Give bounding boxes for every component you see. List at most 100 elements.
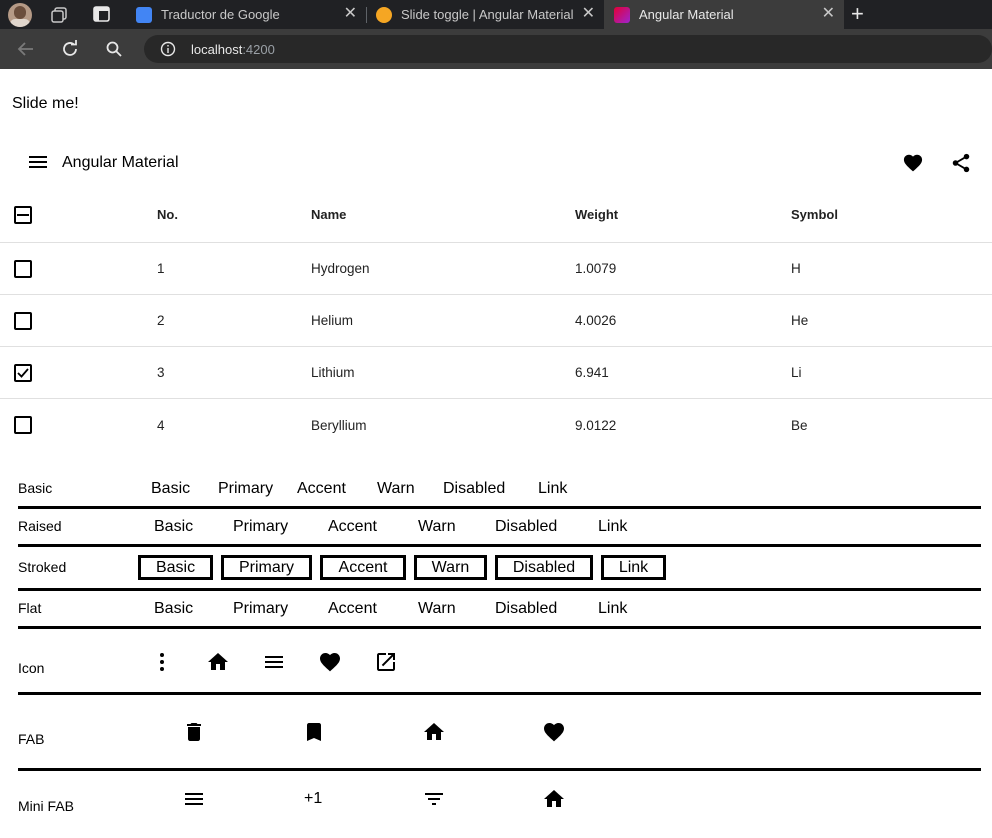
tab-google-translate[interactable]: Traductor de Google ✕ bbox=[126, 0, 366, 29]
column-header-weight[interactable]: Weight bbox=[575, 207, 618, 222]
stroked-warn-button[interactable]: Warn bbox=[414, 555, 487, 580]
row-divider bbox=[0, 242, 992, 243]
stroked-accent-button[interactable]: Accent bbox=[320, 555, 406, 580]
section-label-fab: FAB bbox=[18, 731, 45, 747]
column-header-name[interactable]: Name bbox=[311, 207, 346, 222]
favorite-icon[interactable] bbox=[542, 720, 566, 749]
angular-shield-icon bbox=[376, 6, 392, 23]
browser-tab-strip: Traductor de Google ✕ Slide toggle | Ang… bbox=[0, 0, 992, 29]
home-icon[interactable] bbox=[542, 787, 566, 816]
close-icon[interactable]: ✕ bbox=[582, 6, 595, 22]
plus-one-icon[interactable]: +1 bbox=[304, 790, 322, 808]
home-icon[interactable] bbox=[206, 650, 230, 679]
flat-disabled-button: Disabled bbox=[495, 600, 558, 617]
menu-icon[interactable] bbox=[182, 787, 206, 816]
cell-symbol: He bbox=[791, 313, 809, 328]
cell-weight: 4.0026 bbox=[575, 313, 617, 328]
basic-basic-button[interactable]: Basic bbox=[151, 480, 190, 498]
favorite-icon[interactable] bbox=[902, 152, 924, 177]
address-bar[interactable]: localhost:4200 bbox=[144, 35, 992, 63]
cell-weight: 6.941 bbox=[575, 365, 609, 380]
section-label-flat: Flat bbox=[18, 600, 42, 616]
cell-weight: 9.0122 bbox=[575, 418, 617, 433]
section-divider bbox=[18, 692, 981, 695]
close-icon[interactable]: ✕ bbox=[344, 6, 357, 22]
filter-list-icon[interactable] bbox=[422, 787, 446, 816]
cell-no: 2 bbox=[157, 313, 165, 328]
section-label-stroked: Stroked bbox=[18, 559, 67, 575]
cell-symbol: Be bbox=[791, 418, 808, 433]
section-divider bbox=[18, 768, 981, 771]
open-in-new-icon[interactable] bbox=[374, 650, 398, 679]
column-header-symbol[interactable]: Symbol bbox=[791, 207, 838, 222]
basic-primary-button[interactable]: Primary bbox=[218, 480, 273, 498]
stroked-basic-button[interactable]: Basic bbox=[138, 555, 213, 580]
flat-link-button[interactable]: Link bbox=[598, 600, 627, 618]
raised-warn-button[interactable]: Warn bbox=[418, 518, 456, 536]
slide-toggle-label[interactable]: Slide me! bbox=[12, 95, 79, 113]
cell-no: 3 bbox=[157, 365, 165, 380]
new-tab-icon[interactable]: + bbox=[851, 2, 864, 26]
flat-basic-button[interactable]: Basic bbox=[154, 600, 193, 618]
tab-slide-toggle[interactable]: Slide toggle | Angular Material ✕ bbox=[366, 0, 604, 29]
workspaces-icon[interactable] bbox=[50, 6, 68, 24]
bookmark-icon[interactable] bbox=[302, 720, 326, 749]
column-header-no[interactable]: No. bbox=[157, 207, 178, 222]
raised-disabled-button: Disabled bbox=[495, 518, 558, 535]
section-divider bbox=[18, 588, 981, 591]
angular-logo-icon bbox=[614, 6, 630, 23]
row-checkbox[interactable] bbox=[14, 312, 32, 330]
raised-primary-button[interactable]: Primary bbox=[233, 518, 288, 536]
delete-icon[interactable] bbox=[182, 720, 206, 749]
select-all-checkbox[interactable] bbox=[14, 206, 32, 224]
profile-avatar[interactable] bbox=[8, 3, 32, 27]
close-icon[interactable]: ✕ bbox=[822, 6, 835, 22]
flat-primary-button[interactable]: Primary bbox=[233, 600, 288, 618]
row-divider bbox=[0, 294, 992, 295]
search-icon[interactable] bbox=[105, 40, 123, 63]
raised-basic-button[interactable]: Basic bbox=[154, 518, 193, 536]
row-divider bbox=[0, 398, 992, 399]
section-label-raised: Raised bbox=[18, 518, 62, 534]
tab-angular-material[interactable]: Angular Material ✕ bbox=[604, 0, 844, 29]
section-label-basic: Basic bbox=[18, 480, 53, 496]
cell-name: Lithium bbox=[311, 365, 355, 380]
tab-title: Traductor de Google bbox=[161, 7, 280, 22]
section-divider bbox=[18, 506, 981, 509]
raised-accent-button[interactable]: Accent bbox=[328, 518, 377, 536]
cell-name: Hydrogen bbox=[311, 261, 370, 276]
url-port: :4200 bbox=[242, 41, 275, 57]
row-checkbox[interactable] bbox=[14, 416, 32, 434]
section-divider bbox=[18, 544, 981, 547]
share-icon[interactable] bbox=[950, 152, 972, 179]
tab-title: Slide toggle | Angular Material bbox=[401, 7, 574, 22]
basic-link-button[interactable]: Link bbox=[538, 480, 567, 498]
menu-icon[interactable] bbox=[262, 650, 286, 679]
cell-weight: 1.0079 bbox=[575, 261, 617, 276]
cell-name: Helium bbox=[311, 313, 354, 328]
tab-actions-icon[interactable] bbox=[93, 6, 110, 22]
more-vert-icon[interactable] bbox=[150, 650, 174, 679]
basic-disabled-button: Disabled bbox=[443, 480, 506, 497]
stroked-primary-button[interactable]: Primary bbox=[221, 555, 312, 580]
favorite-icon[interactable] bbox=[318, 650, 342, 679]
flat-accent-button[interactable]: Accent bbox=[328, 600, 377, 618]
site-info-icon[interactable] bbox=[160, 41, 176, 60]
section-label-mini-fab: Mini FAB bbox=[18, 798, 75, 814]
back-icon[interactable] bbox=[16, 39, 36, 64]
basic-accent-button[interactable]: Accent bbox=[297, 480, 346, 498]
basic-warn-button[interactable]: Warn bbox=[377, 480, 415, 498]
cell-symbol: H bbox=[791, 261, 801, 276]
home-icon[interactable] bbox=[422, 720, 446, 749]
flat-warn-button[interactable]: Warn bbox=[418, 600, 456, 618]
cell-name: Beryllium bbox=[311, 418, 367, 433]
cell-symbol: Li bbox=[791, 365, 802, 380]
row-checkbox-checked[interactable] bbox=[14, 364, 32, 382]
reload-icon[interactable] bbox=[60, 39, 80, 64]
stroked-link-button[interactable]: Link bbox=[601, 555, 666, 580]
menu-icon[interactable] bbox=[28, 154, 48, 175]
cell-no: 1 bbox=[157, 261, 165, 276]
raised-link-button[interactable]: Link bbox=[598, 518, 627, 536]
toolbar-title: Angular Material bbox=[62, 154, 179, 171]
row-checkbox[interactable] bbox=[14, 260, 32, 278]
